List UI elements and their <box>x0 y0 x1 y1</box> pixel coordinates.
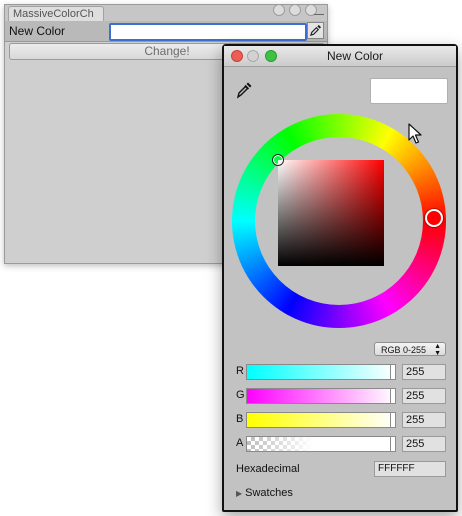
slider-track-g[interactable] <box>246 388 396 404</box>
slider-value-a[interactable]: 255 <box>402 436 446 452</box>
slider-row-a: A 255 <box>224 434 456 454</box>
slider-knob-g[interactable] <box>390 389 395 403</box>
saturation-value-square[interactable] <box>272 154 384 266</box>
picker-title: New Color <box>326 49 383 63</box>
slider-row-r: R 255 <box>224 362 456 382</box>
color-picker-window: New Color RGB 0-255 ▲ ▼ R 255 G 255 B 25… <box>222 44 458 512</box>
hex-label: Hexadecimal <box>236 463 300 475</box>
field-eyedropper-button[interactable] <box>307 22 324 39</box>
color-mode-value: RGB 0-255 <box>381 345 427 355</box>
swatches-toggle[interactable]: ▶ Swatches <box>236 487 293 499</box>
hue-marker[interactable] <box>425 209 443 227</box>
swatches-label: Swatches <box>245 487 293 499</box>
eyedropper-icon <box>309 24 322 37</box>
slider-knob-r[interactable] <box>390 365 395 379</box>
slider-track-a[interactable] <box>246 436 396 452</box>
cursor-icon <box>408 123 422 144</box>
hex-input[interactable]: FFFFFF <box>374 461 446 477</box>
eyedropper-button[interactable] <box>234 80 254 100</box>
slider-value-g[interactable]: 255 <box>402 388 446 404</box>
slider-value-b[interactable]: 255 <box>402 412 446 428</box>
window-button-icon[interactable] <box>273 4 285 16</box>
color-field-row: New Color <box>5 21 327 42</box>
window-button-icon[interactable] <box>289 4 301 16</box>
slider-value-r[interactable]: 255 <box>402 364 446 380</box>
slider-knob-b[interactable] <box>390 413 395 427</box>
color-field-label: New Color <box>9 24 66 38</box>
disclosure-triangle-icon: ▶ <box>236 489 243 498</box>
eyedropper-icon <box>236 82 252 99</box>
slider-label-a: A <box>236 437 244 449</box>
editor-tab-bar: MassiveColorCh <box>5 4 327 22</box>
slider-track-b[interactable] <box>246 412 396 428</box>
slider-label-g: G <box>236 389 245 401</box>
color-mode-select[interactable]: RGB 0-255 ▲ ▼ <box>374 342 446 357</box>
slider-row-g: G 255 <box>224 386 456 406</box>
sv-marker[interactable] <box>272 154 284 166</box>
window-buttons <box>273 4 317 16</box>
color-field[interactable] <box>109 23 307 41</box>
picker-title-bar[interactable]: New Color <box>224 46 456 67</box>
dropdown-arrows-icon: ▲ ▼ <box>434 343 441 357</box>
color-preview-swatch <box>370 78 448 104</box>
slider-label-r: R <box>236 365 244 377</box>
slider-knob-a[interactable] <box>390 437 395 451</box>
slider-track-r[interactable] <box>246 364 396 380</box>
slider-row-b: B 255 <box>224 410 456 430</box>
editor-tab[interactable]: MassiveColorCh <box>8 6 104 21</box>
slider-label-b: B <box>236 413 244 425</box>
